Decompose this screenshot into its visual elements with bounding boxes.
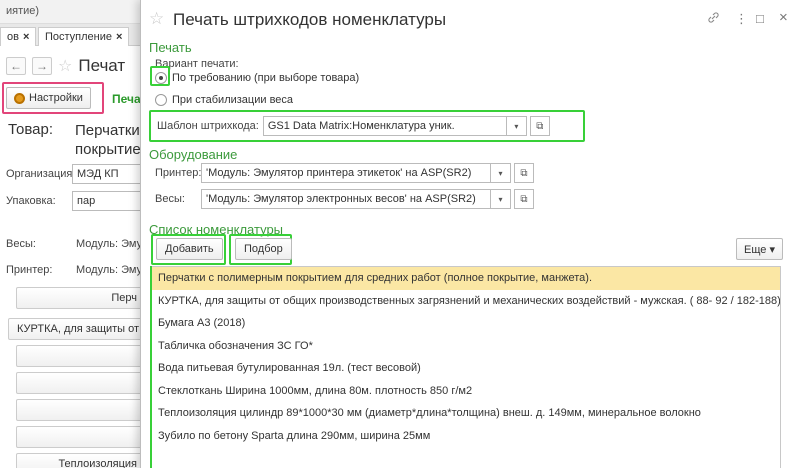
section-equipment: Оборудование xyxy=(149,147,238,162)
bg-item-button[interactable]: КУРТКА, для защиты от xyxy=(8,318,146,340)
bg-goods-label: Товар: xyxy=(8,121,53,138)
list-item[interactable]: Табличка обозначения ЗС ГО* xyxy=(152,335,780,358)
open-icon[interactable]: ⧉ xyxy=(514,163,534,183)
chevron-down-icon[interactable]: ▾ xyxy=(506,116,527,136)
bg-package-label: Упаковка: xyxy=(6,195,56,207)
bg-item-button[interactable] xyxy=(16,345,146,367)
chevron-down-icon[interactable]: ▾ xyxy=(491,163,511,183)
list-item[interactable]: Теплоизоляция цилиндр 89*1000*30 мм (диа… xyxy=(152,402,780,425)
bg-scales-label: Весы: xyxy=(6,238,36,250)
printer-combo[interactable]: 'Модуль: Эмулятор принтера этикеток' на … xyxy=(201,163,491,183)
bg-tab-1[interactable]: ов × xyxy=(0,27,37,46)
bg-tab-bar: ов × Поступление × xyxy=(0,24,140,46)
bg-nav: ← → ☆ Печат xyxy=(6,56,125,76)
scales-label: Весы: xyxy=(155,193,185,205)
printer-label: Принтер: xyxy=(155,167,202,179)
list-item[interactable]: Бумага А3 (2018) xyxy=(152,312,780,335)
more-menu-icon[interactable]: ⋮ xyxy=(735,11,748,27)
template-combo[interactable]: GS1 Data Matrix:Номенклатура уник. xyxy=(262,116,507,136)
radio-on-demand[interactable]: По требованию (при выборе товара) xyxy=(155,72,359,84)
dialog-header: ☆ Печать штрихкодов номенклатуры ⋮ □ × xyxy=(141,0,800,38)
printer-row: Принтер: 'Модуль: Эмулятор принтера этик… xyxy=(155,163,534,183)
settings-button[interactable]: Настройки xyxy=(6,87,91,109)
favorite-star-icon[interactable]: ☆ xyxy=(149,9,164,29)
bg-printer-value: Модуль: Эму xyxy=(76,264,143,276)
radio-weight-stable[interactable]: При стабилизации веса xyxy=(155,94,293,106)
items-list[interactable]: Перчатки с полимерным покрытием для сред… xyxy=(151,266,781,468)
bg-organization-field[interactable]: МЭД КП xyxy=(72,164,142,184)
close-icon[interactable]: × xyxy=(23,31,29,43)
bg-tab-label: ов xyxy=(7,31,19,43)
bg-package-field[interactable]: пар xyxy=(72,191,142,211)
radio-button[interactable] xyxy=(155,94,167,106)
close-icon[interactable]: × xyxy=(779,9,788,26)
bg-printer-label: Принтер: xyxy=(6,264,53,276)
open-icon[interactable]: ⧉ xyxy=(529,116,550,136)
bg-tab-label: Поступление xyxy=(45,31,113,43)
list-item[interactable]: Вода питьевая бутулированная 19л. (тест … xyxy=(152,357,780,380)
scales-row: Весы: 'Модуль: Эмулятор электронных весо… xyxy=(155,189,534,209)
link-icon[interactable] xyxy=(707,11,720,27)
radio-button[interactable] xyxy=(155,72,167,84)
bg-page-title: Печат xyxy=(78,56,126,75)
bg-item-button[interactable]: Перч xyxy=(16,287,146,309)
template-row: Шаблон штрихкода: GS1 Data Matrix:Номенк… xyxy=(157,116,550,136)
list-item[interactable]: Зубило по бетону Sparta длина 290мм, шир… xyxy=(152,425,780,448)
bg-item-button[interactable] xyxy=(16,399,146,421)
bg-app-title: иятие) xyxy=(0,0,140,24)
bg-item-button[interactable] xyxy=(16,372,146,394)
bg-scales-value: Модуль: Эму xyxy=(76,238,143,250)
gear-icon xyxy=(14,92,25,104)
section-print: Печать xyxy=(149,40,192,55)
bg-item-button[interactable]: Теплоизоляция xyxy=(16,453,146,468)
scales-combo[interactable]: 'Модуль: Эмулятор электронных весов' на … xyxy=(201,189,491,209)
favorite-star-icon[interactable]: ☆ xyxy=(58,56,72,76)
settings-button-label: Настройки xyxy=(29,92,83,104)
forward-arrow-icon[interactable]: → xyxy=(32,57,52,75)
chevron-down-icon: ▾ xyxy=(769,244,775,256)
close-icon[interactable]: × xyxy=(116,31,122,43)
bg-goods-value: Перчатки покрытие xyxy=(75,122,141,158)
back-arrow-icon[interactable]: ← xyxy=(6,57,26,75)
list-item[interactable]: КУРТКА, для защиты от общих производстве… xyxy=(152,290,780,313)
list-item[interactable]: Стеклоткань Ширина 1000мм, длина 80м. пл… xyxy=(152,380,780,403)
highlight-bar-list xyxy=(150,266,152,468)
pick-button[interactable]: Подбор xyxy=(235,238,292,260)
bg-item-button[interactable] xyxy=(16,426,146,448)
template-label: Шаблон штрихкода: xyxy=(157,120,259,132)
bg-print-button[interactable]: Печа xyxy=(112,92,141,106)
maximize-icon[interactable]: □ xyxy=(756,11,764,26)
bg-tab-2[interactable]: Поступление × xyxy=(38,27,130,46)
bg-organization-label: Организация: xyxy=(6,168,76,180)
open-icon[interactable]: ⧉ xyxy=(514,189,534,209)
dialog-title: Печать штрихкодов номенклатуры xyxy=(173,10,447,29)
chevron-down-icon[interactable]: ▾ xyxy=(491,189,511,209)
add-button[interactable]: Добавить xyxy=(156,238,223,260)
more-button-label: Еще xyxy=(744,244,767,256)
radio-label: По требованию (при выборе товара) xyxy=(172,72,360,84)
list-item[interactable]: Перчатки с полимерным покрытием для сред… xyxy=(152,267,780,290)
radio-label: При стабилизации веса xyxy=(172,94,294,106)
print-barcodes-dialog: ☆ Печать штрихкодов номенклатуры ⋮ □ × П… xyxy=(140,0,800,468)
more-button[interactable]: Еще ▾ xyxy=(736,238,783,260)
